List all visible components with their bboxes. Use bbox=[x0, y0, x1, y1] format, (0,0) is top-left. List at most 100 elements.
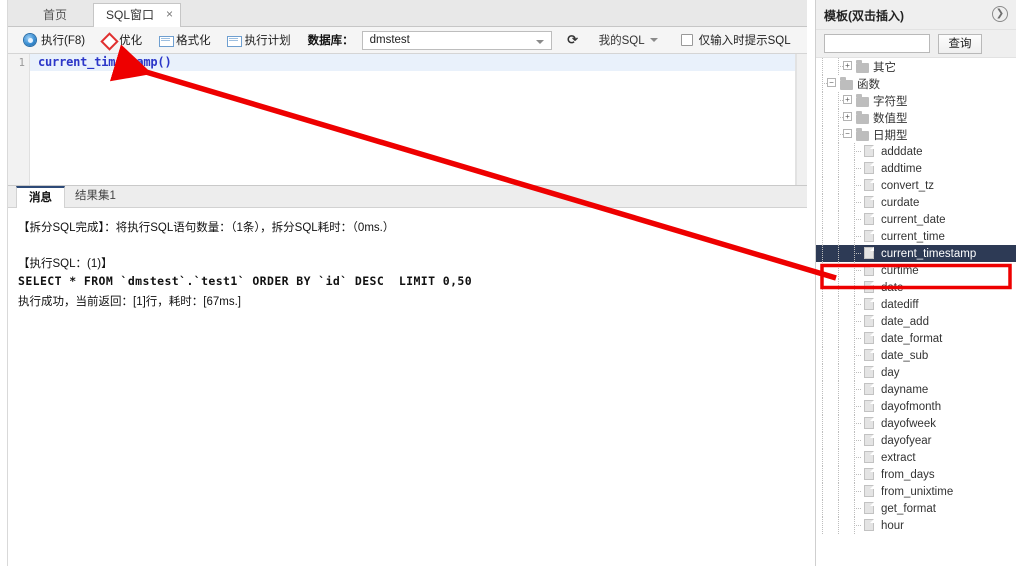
message-line: 【执行SQL：(1)】 bbox=[18, 258, 113, 270]
tree-connector bbox=[854, 491, 861, 492]
tree-item[interactable]: from_unixtime bbox=[816, 483, 1016, 500]
tree-item[interactable]: + 字符型 bbox=[816, 92, 1016, 109]
execution-plan-button[interactable]: 执行计划 bbox=[220, 30, 298, 51]
checkbox-icon[interactable] bbox=[680, 34, 693, 46]
document-icon bbox=[864, 349, 874, 361]
collapse-icon[interactable]: − bbox=[827, 78, 836, 87]
tree-item-label: 日期型 bbox=[873, 129, 908, 142]
tree-item[interactable]: dayofyear bbox=[816, 432, 1016, 449]
my-sql-menu-button[interactable]: 我的SQL bbox=[592, 30, 665, 51]
tree-item-label: from_unixtime bbox=[881, 485, 954, 498]
tree-item[interactable]: dayname bbox=[816, 381, 1016, 398]
tree-item[interactable]: − 日期型 bbox=[816, 126, 1016, 143]
execute-icon bbox=[23, 33, 37, 47]
tree-guide bbox=[838, 415, 839, 432]
tree-item[interactable]: date_format bbox=[816, 330, 1016, 347]
tree-item[interactable]: from_days bbox=[816, 466, 1016, 483]
format-button[interactable]: 格式化 bbox=[151, 30, 218, 51]
tab-strip: 首页 SQL窗口 × bbox=[8, 0, 807, 28]
expand-icon[interactable]: + bbox=[843, 61, 852, 70]
search-input[interactable] bbox=[824, 34, 930, 53]
folder-icon bbox=[856, 128, 869, 141]
optimize-icon bbox=[101, 33, 115, 47]
tree-guide bbox=[822, 500, 823, 517]
tab-sql-window[interactable]: SQL窗口 × bbox=[93, 3, 182, 28]
sql-editor[interactable]: 1 current_timestamp() bbox=[8, 54, 796, 185]
tree-item[interactable]: addtime bbox=[816, 160, 1016, 177]
hint-on-input-checkbox[interactable]: 仅输入时提示SQL bbox=[680, 32, 791, 48]
collapse-icon[interactable]: − bbox=[843, 129, 852, 138]
close-icon[interactable]: × bbox=[166, 3, 173, 25]
tree-item[interactable]: get_format bbox=[816, 500, 1016, 517]
document-icon bbox=[864, 434, 874, 446]
refresh-button[interactable]: ⟳ bbox=[562, 30, 584, 50]
tree-connector bbox=[854, 474, 861, 475]
tree-item[interactable]: hour bbox=[816, 517, 1016, 534]
tree-guide bbox=[822, 194, 823, 211]
tab-result-set-1[interactable]: 结果集1 bbox=[63, 186, 128, 208]
expand-icon[interactable]: + bbox=[843, 112, 852, 121]
tree-guide bbox=[822, 109, 823, 126]
template-panel-title: 模板(双击插入) bbox=[824, 9, 904, 23]
tree-guide bbox=[838, 313, 839, 330]
tree-item-label: 数值型 bbox=[873, 112, 908, 125]
tree-item[interactable]: convert_tz bbox=[816, 177, 1016, 194]
tree-item[interactable]: + 数值型 bbox=[816, 109, 1016, 126]
hint-on-input-label: 仅输入时提示SQL bbox=[698, 35, 791, 47]
expand-icon[interactable]: + bbox=[843, 95, 852, 104]
collapse-panel-icon[interactable]: ❯ bbox=[992, 6, 1008, 22]
tree-item[interactable]: date_sub bbox=[816, 347, 1016, 364]
tree-item[interactable]: + 其它 bbox=[816, 58, 1016, 75]
tree-guide bbox=[838, 143, 839, 160]
optimize-button[interactable]: 优化 bbox=[94, 30, 149, 51]
tree-guide bbox=[822, 211, 823, 228]
tree-item[interactable]: dayofweek bbox=[816, 415, 1016, 432]
document-icon bbox=[864, 485, 874, 497]
message-line: 【拆分SQL完成】：将执行SQL语句数量：（1条），拆分SQL耗时：（0ms.） bbox=[18, 222, 395, 234]
tree-item-label: 函数 bbox=[857, 78, 880, 91]
tree-item-label: dayname bbox=[881, 383, 929, 396]
document-icon bbox=[864, 332, 874, 344]
tree-item[interactable]: − 函数 bbox=[816, 75, 1016, 92]
folder-icon bbox=[856, 94, 869, 107]
tree-connector bbox=[854, 253, 861, 254]
tree-item-selected[interactable]: current_timestamp bbox=[816, 245, 1016, 262]
tab-home[interactable]: 首页 bbox=[30, 3, 80, 27]
tree-item[interactable]: current_date bbox=[816, 211, 1016, 228]
tab-messages[interactable]: 消息 bbox=[16, 186, 65, 208]
tree-item[interactable]: date_add bbox=[816, 313, 1016, 330]
tree-guide bbox=[838, 398, 839, 415]
tree-item-label: from_days bbox=[881, 468, 935, 481]
tree-item-label: adddate bbox=[881, 145, 923, 158]
tree-guide bbox=[822, 126, 823, 143]
search-button[interactable]: 查询 bbox=[938, 34, 982, 54]
tree-item-label: hour bbox=[881, 519, 905, 532]
tree-item[interactable]: current_time bbox=[816, 228, 1016, 245]
tree-item-label: get_format bbox=[881, 502, 936, 515]
document-icon bbox=[864, 502, 874, 514]
editor-code-text: current_timestamp() bbox=[38, 55, 172, 69]
tab-sql-window-label: SQL窗口 bbox=[106, 8, 155, 22]
tree-connector bbox=[854, 389, 861, 390]
editor-vertical-scrollbar[interactable] bbox=[796, 54, 807, 185]
tree-item[interactable]: curdate bbox=[816, 194, 1016, 211]
execute-button-label: 执行(F8) bbox=[41, 35, 86, 47]
tree-item[interactable]: extract bbox=[816, 449, 1016, 466]
tree-item[interactable]: curtime bbox=[816, 262, 1016, 279]
tree-guide bbox=[822, 432, 823, 449]
tree-item[interactable]: adddate bbox=[816, 143, 1016, 160]
tree-item[interactable]: day bbox=[816, 364, 1016, 381]
tree-item-label: extract bbox=[881, 451, 916, 464]
tree-guide bbox=[822, 466, 823, 483]
execute-button[interactable]: 执行(F8) bbox=[16, 30, 92, 51]
results-tab-strip: 消息 结果集1 bbox=[8, 186, 807, 208]
tree-connector bbox=[854, 151, 861, 152]
tree-guide bbox=[822, 381, 823, 398]
tree-item[interactable]: dayofmonth bbox=[816, 398, 1016, 415]
folder-icon bbox=[856, 60, 869, 73]
database-select[interactable]: dmstest bbox=[361, 30, 552, 50]
tree-item[interactable]: datediff bbox=[816, 296, 1016, 313]
tree-item[interactable]: date bbox=[816, 279, 1016, 296]
template-tree: + 其它 − 函数 + 字符型 + 数值型 − 日期型 adddate addtime convert_… bbox=[816, 58, 1016, 566]
tree-connector bbox=[854, 338, 861, 339]
